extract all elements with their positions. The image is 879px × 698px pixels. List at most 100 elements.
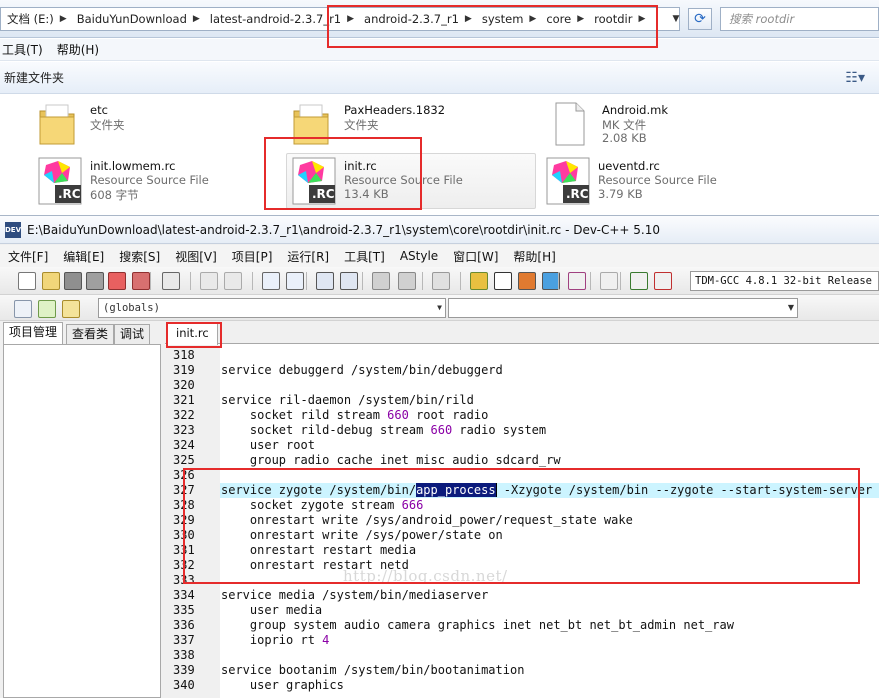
- tile-icon[interactable]: [518, 272, 536, 290]
- tab-debug[interactable]: 调试: [114, 324, 151, 344]
- cross-icon[interactable]: [600, 272, 618, 290]
- new-file-icon[interactable]: [18, 272, 36, 290]
- line-number: 335: [173, 603, 195, 617]
- new-folder-button[interactable]: 新建文件夹: [4, 69, 64, 86]
- rc-file-icon: .RC: [38, 157, 82, 205]
- menu-view[interactable]: 视图[V]: [167, 248, 224, 265]
- menu-run[interactable]: 运行[R]: [279, 248, 336, 265]
- text-caret: [495, 483, 497, 497]
- menu-astyle[interactable]: AStyle: [392, 249, 445, 263]
- line-number: 339: [173, 663, 195, 677]
- unindent-icon[interactable]: [398, 272, 416, 290]
- rc-file-icon: .RC: [292, 157, 336, 205]
- chevron-right-icon[interactable]: ▶: [343, 14, 358, 24]
- breadcrumb-item[interactable]: core: [540, 12, 573, 26]
- search-input[interactable]: 搜索 rootdir: [720, 7, 879, 31]
- main-toolbar: TDM-GCC 4.8.1 32-bit Release: [0, 267, 879, 295]
- file-name: PaxHeaders.1832: [344, 103, 446, 117]
- tab-project[interactable]: 项目管理: [3, 322, 64, 345]
- project-tree[interactable]: [3, 344, 161, 698]
- undo-icon[interactable]: [200, 272, 218, 290]
- code-area[interactable]: service debuggerd /system/bin/debuggerd s…: [220, 345, 879, 698]
- goto-line-icon[interactable]: [316, 272, 334, 290]
- line-number: 338: [173, 648, 195, 662]
- tab-classes[interactable]: 查看类: [66, 324, 115, 344]
- toggle-comment-icon[interactable]: [432, 272, 450, 290]
- goto-icon[interactable]: [38, 300, 56, 318]
- view-options-icon[interactable]: ☷▾: [845, 70, 865, 86]
- breadcrumb-item[interactable]: latest-android-2.3.7_r1: [204, 12, 343, 26]
- line-number: 318: [173, 348, 195, 362]
- menu-search[interactable]: 搜索[S]: [111, 248, 167, 265]
- chevron-right-icon[interactable]: ▶: [525, 14, 540, 24]
- chevron-right-icon[interactable]: ▶: [189, 14, 204, 24]
- rc-badge: .RC: [312, 187, 335, 201]
- address-history-chevron-icon[interactable]: ▼: [668, 8, 684, 30]
- menu-window[interactable]: 窗口[W]: [445, 248, 505, 265]
- devcpp-app-icon: DEV: [5, 221, 21, 238]
- line-number: 331: [173, 543, 195, 557]
- chevron-right-icon[interactable]: ▶: [573, 14, 588, 24]
- chart-icon[interactable]: [630, 272, 648, 290]
- code-line: group system audio camera graphics inet …: [221, 618, 734, 632]
- window-icon[interactable]: [494, 272, 512, 290]
- toolbar-separator: [422, 272, 423, 290]
- menu-tools[interactable]: 工具[T]: [336, 248, 392, 265]
- redo-icon[interactable]: [224, 272, 242, 290]
- grid-icon[interactable]: [470, 272, 488, 290]
- menu-help[interactable]: 帮助[H]: [505, 248, 562, 265]
- bookmark-icon[interactable]: [340, 272, 358, 290]
- replace-icon[interactable]: [286, 272, 304, 290]
- class-select[interactable]: (globals) ▼: [98, 298, 446, 318]
- tab-init-rc[interactable]: init.rc: [167, 322, 218, 345]
- breadcrumb-item[interactable]: system: [476, 12, 526, 26]
- menu-file[interactable]: 文件[F]: [0, 248, 55, 265]
- save-all-icon[interactable]: [86, 272, 104, 290]
- chevron-right-icon[interactable]: ▶: [56, 14, 71, 24]
- line-number: 324: [173, 438, 195, 452]
- toolbar-separator: [620, 272, 621, 290]
- indent-icon[interactable]: [14, 300, 32, 318]
- refresh-icon: ⟳: [694, 11, 706, 27]
- toolbar-separator: [362, 272, 363, 290]
- code-line: user media: [221, 603, 323, 617]
- menu-help[interactable]: 帮助(H): [55, 41, 111, 58]
- file-type: Resource Source File: [344, 173, 463, 187]
- breadcrumb-item[interactable]: rootdir: [588, 12, 634, 26]
- rc-badge: .RC: [566, 187, 589, 201]
- rc-file-icon: .RC: [546, 157, 590, 205]
- compiler-select[interactable]: TDM-GCC 4.8.1 32-bit Release: [690, 271, 879, 291]
- line-number: 319: [173, 363, 195, 377]
- print-icon[interactable]: [162, 272, 180, 290]
- indent-icon[interactable]: [372, 272, 390, 290]
- check-icon[interactable]: [568, 272, 586, 290]
- close-all-icon[interactable]: [132, 272, 150, 290]
- code-line: socket rild-debug stream 660 radio syste…: [221, 423, 547, 437]
- toolbar-separator: [590, 272, 591, 290]
- code-line: service ril-daemon /system/bin/rild: [221, 393, 474, 407]
- code-line: service media /system/bin/mediaserver: [221, 588, 489, 602]
- find-icon[interactable]: [262, 272, 280, 290]
- chevron-right-icon[interactable]: ▶: [634, 14, 649, 24]
- menu-edit[interactable]: 编辑[E]: [55, 248, 111, 265]
- breadcrumb-item[interactable]: 文档 (E:): [1, 11, 56, 27]
- breadcrumb-item[interactable]: android-2.3.7_r1: [358, 12, 461, 26]
- close-icon[interactable]: [108, 272, 126, 290]
- bookmark-icon[interactable]: [62, 300, 80, 318]
- chevron-right-icon[interactable]: ▶: [461, 14, 476, 24]
- class-toolbar: (globals) ▼ ▼: [0, 295, 879, 321]
- open-icon[interactable]: [42, 272, 60, 290]
- breadcrumb-item[interactable]: BaiduYunDownload: [71, 12, 189, 26]
- file-type: 文件夹: [344, 118, 379, 132]
- breadcrumb[interactable]: 文档 (E:) ▶ BaiduYunDownload ▶ latest-android-…: [0, 7, 680, 31]
- menu-tools[interactable]: 工具(T): [0, 41, 55, 58]
- code-line: socket rild stream 660 root radio: [221, 408, 489, 422]
- menu-project[interactable]: 项目[P]: [224, 248, 280, 265]
- address-bar: 文档 (E:) ▶ BaiduYunDownload ▶ latest-android-…: [0, 0, 879, 38]
- file-tabs: init.rc: [165, 322, 879, 345]
- toolbar-separator: [150, 272, 151, 290]
- refresh-button[interactable]: ⟳: [688, 8, 712, 30]
- function-select[interactable]: ▼: [448, 298, 798, 318]
- profile-icon[interactable]: [654, 272, 672, 290]
- save-icon[interactable]: [64, 272, 82, 290]
